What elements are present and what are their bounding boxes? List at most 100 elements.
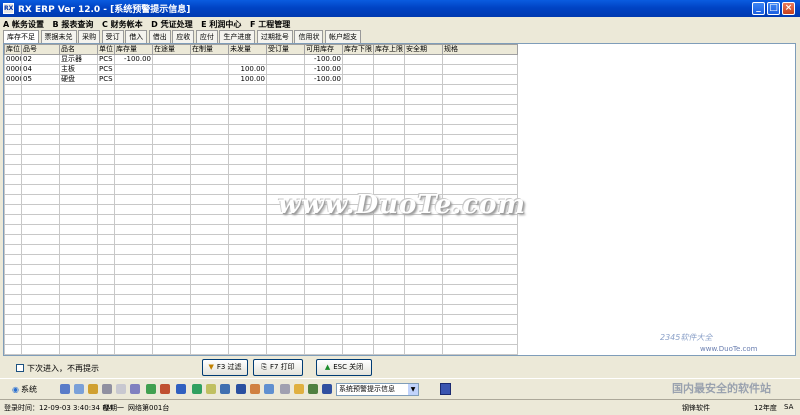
table-cell[interactable]: [21, 234, 60, 245]
table-cell[interactable]: [342, 94, 374, 105]
table-cell[interactable]: [442, 224, 518, 235]
table-cell[interactable]: [190, 204, 229, 215]
table-cell[interactable]: [59, 214, 98, 225]
table-cell[interactable]: 02: [21, 54, 60, 65]
table-cell[interactable]: [442, 344, 518, 355]
table-cell[interactable]: [404, 254, 443, 265]
table-row-empty[interactable]: [4, 304, 518, 315]
table-cell[interactable]: [228, 284, 267, 295]
table-cell[interactable]: [228, 304, 267, 315]
table-cell[interactable]: [114, 134, 153, 145]
book-icon[interactable]: [440, 383, 451, 395]
table-cell[interactable]: [304, 144, 343, 155]
table-cell[interactable]: [266, 174, 305, 185]
table-cell[interactable]: [152, 84, 191, 95]
table-cell[interactable]: [304, 244, 343, 255]
table-cell[interactable]: [4, 314, 22, 325]
table-cell[interactable]: [442, 154, 518, 165]
menu-voucher-processing[interactable]: D 凭证处理: [148, 17, 195, 30]
table-cell[interactable]: [114, 294, 153, 305]
tab-account-overdraft[interactable]: 帐户超支: [325, 30, 362, 43]
table-cell[interactable]: [404, 74, 443, 85]
table-cell[interactable]: [228, 294, 267, 305]
table-cell[interactable]: PCS: [97, 74, 115, 85]
table-cell[interactable]: [59, 254, 98, 265]
table-cell[interactable]: [152, 214, 191, 225]
table-cell[interactable]: [97, 344, 115, 355]
table-cell[interactable]: [4, 244, 22, 255]
table-cell[interactable]: [373, 94, 405, 105]
table-row-empty[interactable]: [4, 264, 518, 275]
table-cell[interactable]: [373, 174, 405, 185]
table-cell[interactable]: [266, 324, 305, 335]
table-cell[interactable]: [97, 234, 115, 245]
table-cell[interactable]: [152, 74, 191, 85]
table-cell[interactable]: [342, 264, 374, 275]
table-cell[interactable]: [190, 74, 229, 85]
table-cell[interactable]: [4, 134, 22, 145]
tab-purchase[interactable]: 采购: [78, 30, 101, 43]
table-cell[interactable]: [442, 284, 518, 295]
table-cell[interactable]: [266, 234, 305, 245]
table-cell[interactable]: [21, 194, 60, 205]
table-cell[interactable]: [228, 214, 267, 225]
table-cell[interactable]: [59, 264, 98, 275]
table-cell[interactable]: [442, 334, 518, 345]
table-cell[interactable]: [342, 324, 374, 335]
table-cell[interactable]: [228, 144, 267, 155]
table-cell[interactable]: [59, 234, 98, 245]
table-cell[interactable]: [266, 284, 305, 295]
table-row-empty[interactable]: [4, 334, 518, 345]
table-cell[interactable]: [342, 144, 374, 155]
table-cell[interactable]: [97, 124, 115, 135]
table-cell[interactable]: [190, 164, 229, 175]
table-cell[interactable]: [190, 194, 229, 205]
table-cell[interactable]: [114, 214, 153, 225]
table-cell[interactable]: [4, 224, 22, 235]
table-cell[interactable]: [342, 234, 374, 245]
table-cell[interactable]: [342, 84, 374, 95]
tab-production-progress[interactable]: 生产进度: [219, 30, 256, 43]
table-cell[interactable]: [59, 184, 98, 195]
toolbar-icon-11[interactable]: [206, 384, 216, 394]
table-cell[interactable]: [21, 104, 60, 115]
toolbar-icon-8[interactable]: [160, 384, 170, 394]
table-cell[interactable]: [442, 54, 518, 65]
table-cell[interactable]: [373, 74, 405, 85]
table-cell[interactable]: [114, 344, 153, 355]
table-cell[interactable]: [4, 114, 22, 125]
table-row-empty[interactable]: [4, 174, 518, 185]
table-cell[interactable]: [404, 134, 443, 145]
table-cell[interactable]: [190, 264, 229, 275]
table-cell[interactable]: [304, 314, 343, 325]
table-cell[interactable]: [4, 164, 22, 175]
tab-unpaid-bills[interactable]: 票据未兑: [40, 30, 77, 43]
table-cell[interactable]: [442, 174, 518, 185]
table-cell[interactable]: [97, 274, 115, 285]
table-cell[interactable]: [442, 314, 518, 325]
table-cell[interactable]: [228, 244, 267, 255]
table-cell[interactable]: [304, 94, 343, 105]
col-header-available[interactable]: 可用库存: [304, 44, 343, 55]
print-button[interactable]: ⎘ F7 打印: [253, 359, 303, 376]
table-cell[interactable]: [342, 274, 374, 285]
table-cell[interactable]: [114, 74, 153, 85]
col-header-ordered[interactable]: 受订量: [266, 44, 305, 55]
table-cell[interactable]: [114, 284, 153, 295]
table-cell[interactable]: [21, 174, 60, 185]
table-cell[interactable]: [114, 244, 153, 255]
table-cell[interactable]: [152, 64, 191, 75]
table-cell[interactable]: [304, 284, 343, 295]
table-cell[interactable]: [304, 134, 343, 145]
table-cell[interactable]: [114, 174, 153, 185]
table-cell[interactable]: [152, 204, 191, 215]
table-cell[interactable]: [190, 344, 229, 355]
tab-payable[interactable]: 应付: [195, 30, 218, 43]
table-cell[interactable]: [21, 164, 60, 175]
table-cell[interactable]: [59, 134, 98, 145]
tab-letter-of-credit[interactable]: 信用状: [294, 30, 324, 43]
table-cell[interactable]: [304, 154, 343, 165]
table-cell[interactable]: [373, 164, 405, 175]
table-cell[interactable]: [228, 224, 267, 235]
table-cell[interactable]: [59, 174, 98, 185]
